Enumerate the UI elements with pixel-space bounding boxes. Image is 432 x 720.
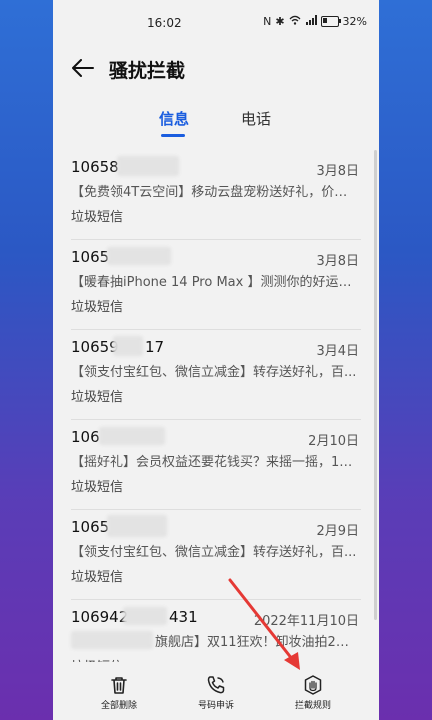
list-item[interactable]: 1065 3月8日 【暖春抽iPhone 14 Pro Max 】测测你的好运气…	[71, 240, 361, 330]
sender-number: 106942	[71, 608, 129, 626]
message-date: 2月9日	[316, 524, 359, 539]
list-item[interactable]: 106 2月10日 【摇好礼】会员权益还要花钱买？来摇一摇，10... 垃圾短信	[71, 420, 361, 510]
message-date: 2月10日	[308, 434, 359, 449]
message-date: 3月8日	[316, 164, 359, 179]
message-type: 垃圾短信	[71, 480, 124, 495]
active-tab-indicator	[161, 134, 185, 137]
message-date: 3月8日	[316, 254, 359, 269]
block-rules-label: 拦截规则	[294, 701, 331, 711]
status-icons: N ✱ 32%	[263, 15, 367, 28]
message-preview: 【领支付宝红包、微信立减金】转存送好礼，百...	[71, 545, 357, 560]
message-type: 垃圾短信	[71, 300, 124, 315]
delete-all-button[interactable]: 全部删除	[79, 674, 159, 711]
message-list: 10658 3月8日 【免费领4T云空间】移动云盘宠粉送好礼，价值... 垃圾短…	[71, 150, 361, 689]
redaction-blur	[123, 607, 167, 625]
appeal-label: 号码申诉	[197, 701, 234, 711]
page-title: 骚扰拦截	[109, 60, 186, 82]
status-bar: 16:02 N ✱ 32%	[53, 0, 379, 46]
redaction-blur	[117, 156, 179, 176]
battery-icon	[320, 16, 341, 27]
bottom-action-bar: 全部删除 号码申诉 拦截规则	[53, 662, 379, 720]
message-type: 垃圾短信	[71, 210, 124, 225]
redaction-blur	[107, 247, 171, 265]
trash-icon	[111, 677, 127, 694]
back-button[interactable]	[69, 54, 97, 82]
sender-number: 10658	[71, 158, 119, 176]
redaction-blur	[71, 631, 153, 649]
list-item[interactable]: 10659 17 3月4日 【领支付宝红包、微信立减金】转存送好礼，百... 垃…	[71, 330, 361, 420]
phone-screen: 16:02 N ✱ 32% 骚扰拦截 信息 电话 10658 3月8日 【免费领…	[53, 0, 379, 720]
app-header: 骚扰拦截	[53, 46, 379, 90]
message-preview: 【暖春抽iPhone 14 Pro Max 】测测你的好运气...	[71, 275, 359, 290]
tab-messages[interactable]: 信息	[159, 108, 189, 129]
appeal-button[interactable]: 号码申诉	[176, 674, 256, 711]
scrollbar[interactable]	[374, 150, 377, 620]
signal-icon	[305, 15, 317, 28]
battery-percent: 32%	[342, 15, 367, 28]
nfc-icon: N	[263, 15, 272, 28]
redaction-blur	[99, 427, 165, 445]
sender-number-suffix: 431	[169, 608, 198, 626]
sender-number-suffix: 17	[145, 338, 165, 356]
tab-bar: 信息 电话	[53, 100, 379, 140]
redaction-blur	[113, 336, 143, 356]
message-preview: 【领支付宝红包、微信立减金】转存送好礼，百...	[71, 365, 357, 380]
list-item[interactable]: 1065 2月9日 【领支付宝红包、微信立减金】转存送好礼，百... 垃圾短信	[71, 510, 361, 600]
sender-number: 10659	[71, 338, 119, 356]
message-preview: 【摇好礼】会员权益还要花钱买？来摇一摇，10...	[71, 455, 359, 470]
message-type: 垃圾短信	[71, 570, 124, 585]
tab-calls[interactable]: 电话	[241, 108, 271, 129]
message-date: 2022年11月10日	[253, 614, 359, 629]
list-item[interactable]: 10658 3月8日 【免费领4T云空间】移动云盘宠粉送好礼，价值... 垃圾短…	[71, 150, 361, 240]
redaction-blur	[107, 515, 167, 537]
sender-number: 1065	[71, 518, 110, 536]
message-preview: 【免费领4T云空间】移动云盘宠粉送好礼，价值...	[71, 185, 359, 200]
message-preview: 旗舰店】双11狂欢！卸妆油拍2到手...	[155, 635, 359, 650]
message-type: 垃圾短信	[71, 390, 124, 405]
hand-shield-icon	[304, 675, 322, 695]
bluetooth-icon: ✱	[275, 15, 285, 28]
status-time: 16:02	[147, 16, 182, 30]
block-rules-button[interactable]: 拦截规则	[273, 674, 353, 711]
wifi-icon	[289, 15, 301, 28]
sender-number: 1065	[71, 248, 110, 266]
phone-appeal-icon	[207, 676, 225, 694]
delete-all-label: 全部删除	[100, 701, 137, 711]
sender-number: 106	[71, 428, 100, 446]
message-date: 3月4日	[316, 344, 359, 359]
arrow-left-icon	[72, 59, 94, 77]
